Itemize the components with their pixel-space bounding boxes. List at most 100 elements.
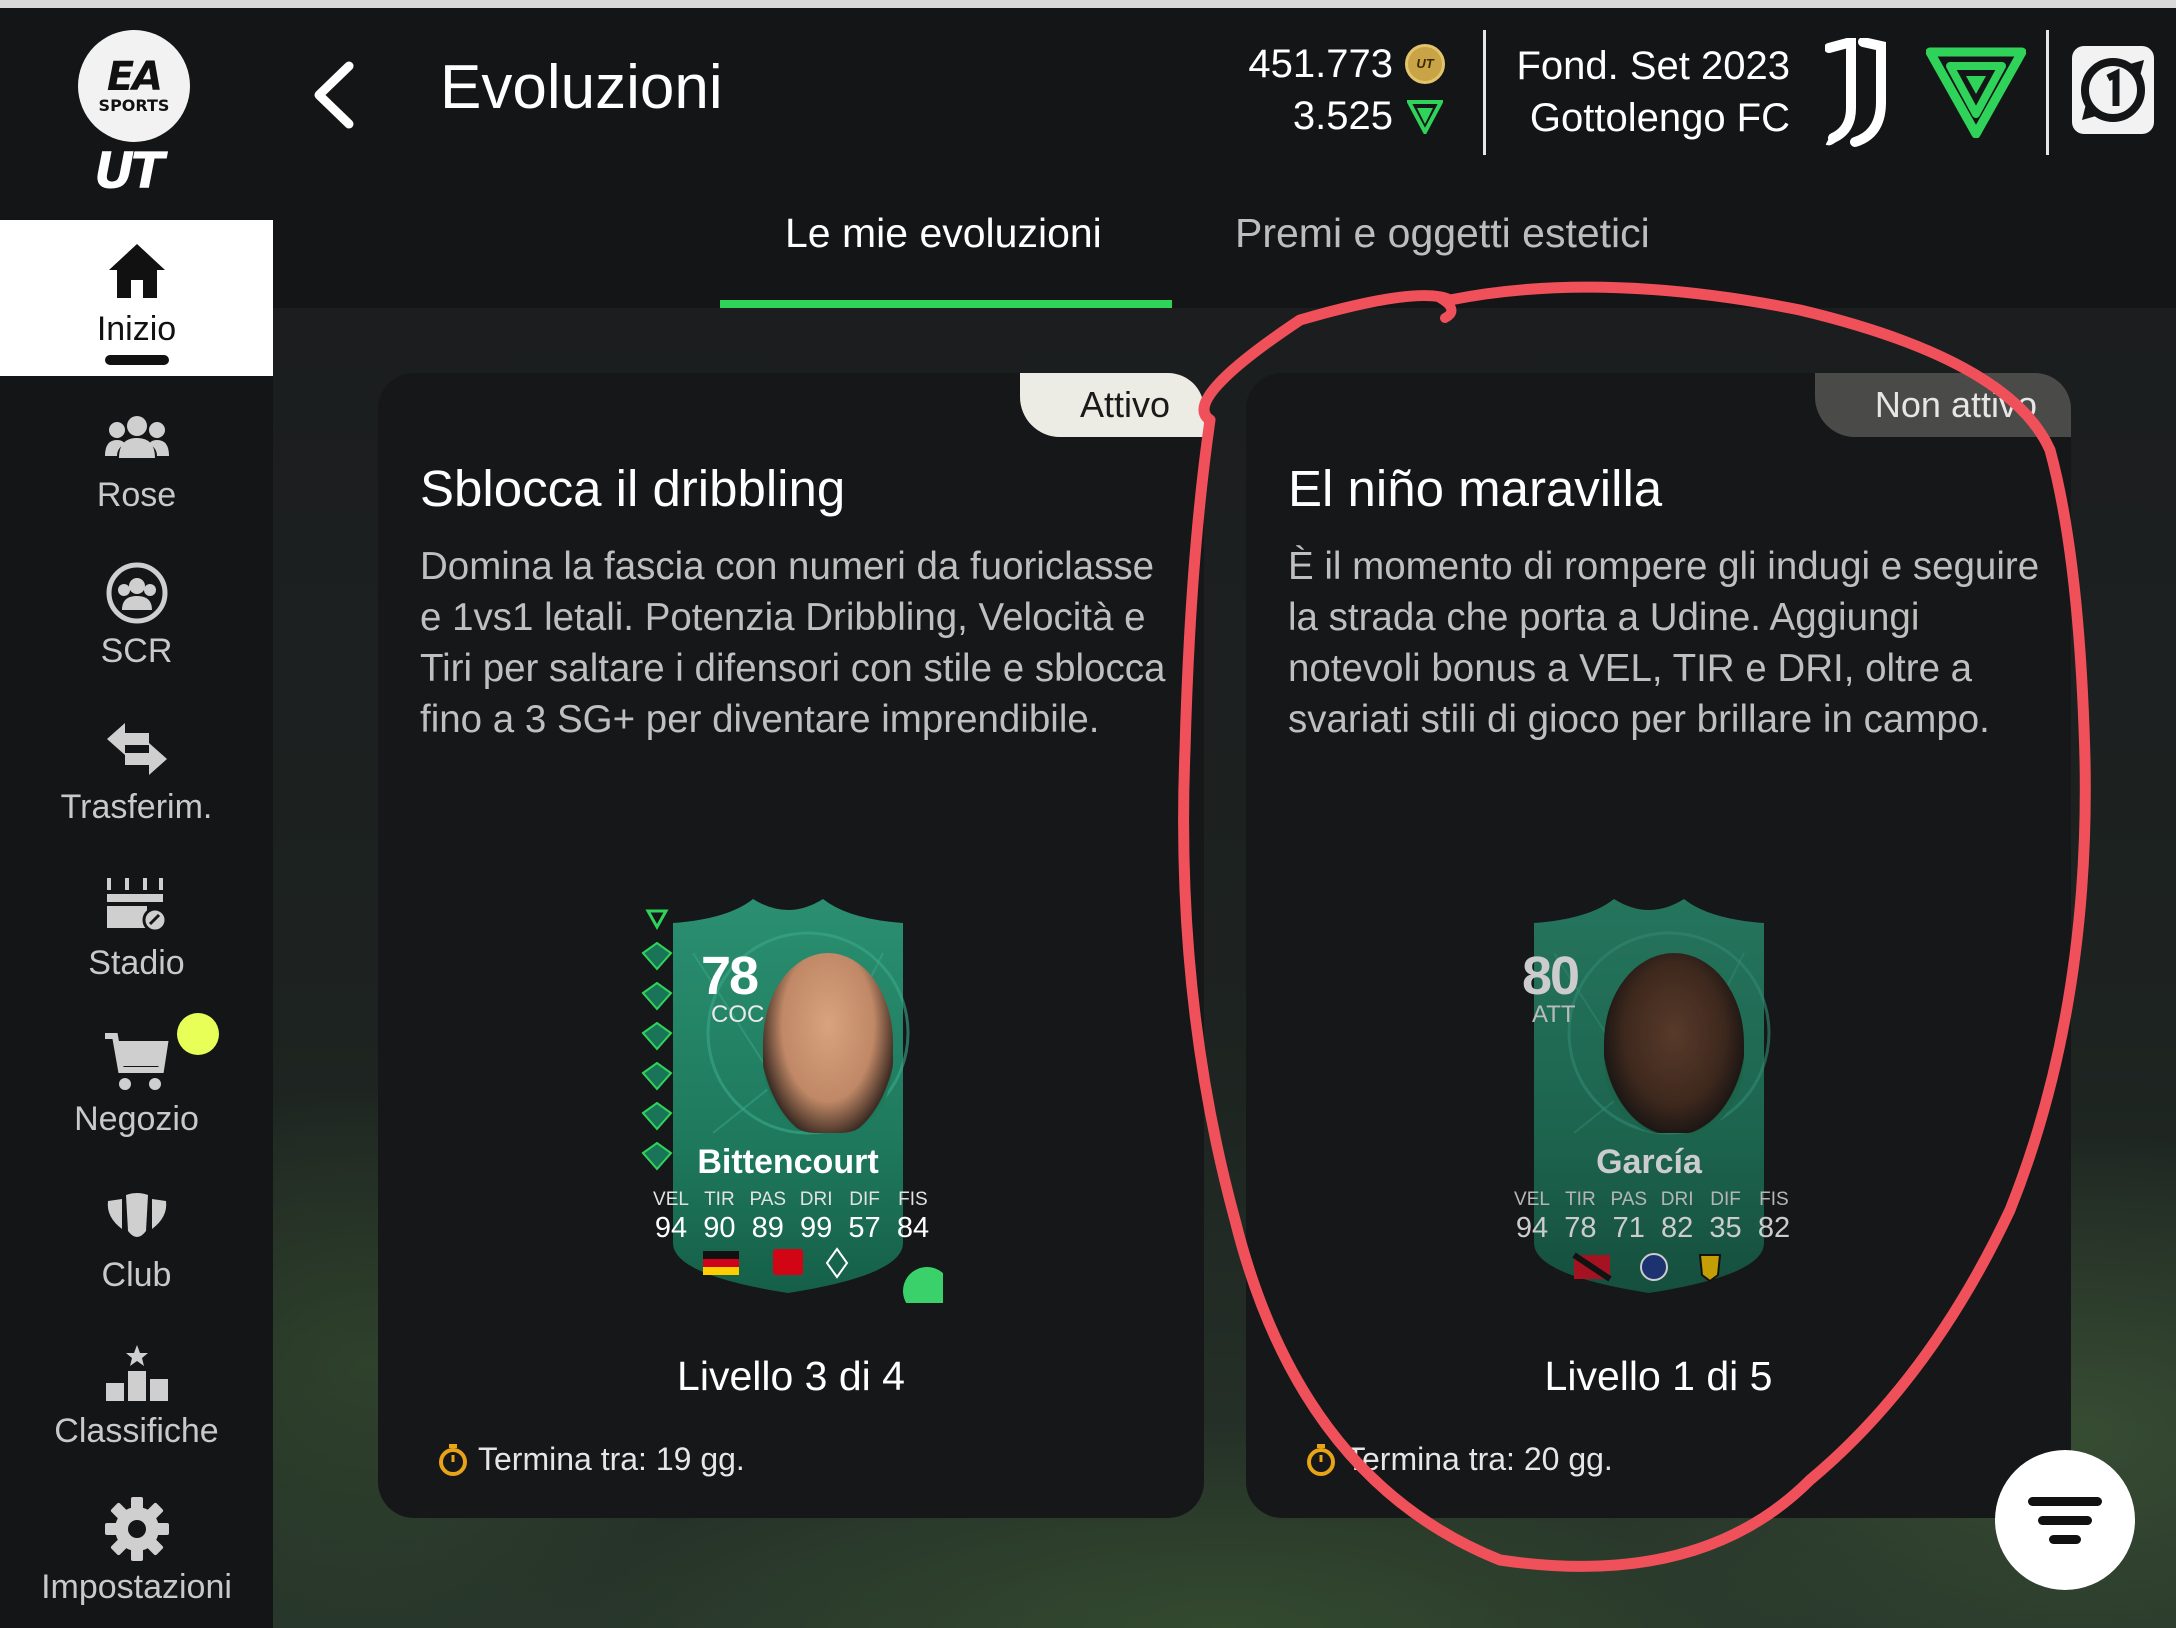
stat-value: 89 xyxy=(751,1212,784,1244)
sidebar-item-label: Trasferim. xyxy=(60,788,213,826)
ends-text: Termina tra: 20 gg. xyxy=(1346,1441,1613,1477)
stat-label: VEL xyxy=(653,1189,689,1210)
sidebar-item-rose[interactable]: Rose xyxy=(0,386,273,542)
stat-label: FIS xyxy=(1759,1189,1789,1210)
status-bar xyxy=(0,0,2176,8)
evolution-level: Livello 1 di 5 xyxy=(1544,1353,1773,1399)
sidebar-item-negozio[interactable]: Negozio xyxy=(0,1010,273,1166)
player-rating: 80 xyxy=(1522,946,1580,1006)
sidebar-item-label: Inizio xyxy=(96,310,177,348)
timer-icon xyxy=(1307,1443,1335,1476)
active-tab-indicator xyxy=(720,300,1172,308)
status-badge: Non attivo xyxy=(1814,373,2071,437)
filter-icon-line xyxy=(2038,1515,2092,1525)
club-icon xyxy=(102,1182,172,1252)
filter-button[interactable] xyxy=(1995,1450,2135,1590)
tab-bar: Le mie evoluzioni Premi e oggetti esteti… xyxy=(720,210,1720,310)
evolution-ends: Termina tra: 19 gg. xyxy=(438,1441,745,1478)
stat-dif: DIF 35 xyxy=(1702,1189,1750,1245)
player-card[interactable]: 80 ATT García VEL 94 TIR 78 PAS 71 DRI 82 DI… xyxy=(1504,893,1814,1303)
home-icon xyxy=(102,236,172,306)
evolution-ends: Termina tra: 20 gg. xyxy=(1306,1441,1613,1478)
active-indicator xyxy=(104,355,169,365)
ea-text: EA xyxy=(106,53,163,100)
sidebar-item-label: SCR xyxy=(100,632,173,670)
sports-text: SPORTS xyxy=(98,95,170,115)
ut-text: UT xyxy=(94,142,165,200)
stat-dri: DRI 82 xyxy=(1653,1189,1701,1245)
stat-vel: VEL 94 xyxy=(1508,1189,1556,1245)
player-position: COC xyxy=(711,1001,765,1028)
stat-tir: TIR 90 xyxy=(695,1189,743,1245)
club-name: Gottolengo FC xyxy=(1529,96,1790,140)
stat-value: 78 xyxy=(1564,1212,1597,1244)
evolution-level: Livello 3 di 4 xyxy=(677,1353,905,1399)
stat-label: PAS xyxy=(749,1189,787,1210)
stat-label: PAS xyxy=(1610,1189,1648,1210)
stat-label: VEL xyxy=(1514,1189,1550,1210)
sidebar-item-stadio[interactable]: Stadio xyxy=(0,854,273,1010)
notification-dot xyxy=(177,1013,219,1055)
stat-pas: PAS 71 xyxy=(1605,1189,1653,1245)
sidebar-item-trasferimenti[interactable]: Trasferim. xyxy=(0,698,273,854)
stat-fis: FIS 82 xyxy=(1750,1189,1798,1245)
ends-text: Termina tra: 19 gg. xyxy=(478,1441,745,1477)
transfer-icon xyxy=(102,714,172,784)
stat-value: 82 xyxy=(1757,1212,1791,1244)
stat-value: 99 xyxy=(800,1212,833,1244)
player-name: Bittencourt xyxy=(697,1143,879,1181)
season-progress-icon[interactable] xyxy=(2068,40,2158,140)
page-title: Evoluzioni xyxy=(440,53,723,122)
sidebar-item-classifiche[interactable]: Classifiche xyxy=(0,1322,273,1478)
evolution-description: È il momento di rompere gli indugi e seg… xyxy=(1288,545,2040,741)
coins-value: 451.773 xyxy=(1248,42,1393,86)
sidebar-item-club[interactable]: Club xyxy=(0,1166,273,1322)
stat-label: DIF xyxy=(1710,1189,1741,1210)
fc-points-icon xyxy=(1405,96,1445,136)
sidebar-item-inizio[interactable]: Inizio xyxy=(0,220,273,376)
stat-fis: FIS 84 xyxy=(889,1189,937,1245)
ea-sports-ut-logo: EA SPORTS UT xyxy=(78,30,193,200)
player-card[interactable]: 78 COC Bittencourt VEL 94 TIR 90 PAS 89 DRI… xyxy=(633,893,943,1303)
store-icon xyxy=(102,1026,172,1096)
filter-icon xyxy=(2028,1496,2102,1506)
sidebar-item-scr[interactable]: SCR xyxy=(0,542,273,698)
player-photo xyxy=(1604,953,1744,1133)
squad-battles-icon xyxy=(102,558,172,628)
sidebar-item-label: Club xyxy=(101,1256,172,1294)
sidebar-item-label: Negozio xyxy=(74,1100,199,1138)
evolution-card[interactable]: Attivo Sblocca il dribbling Domina la fa… xyxy=(378,373,1204,1518)
division-badge-icon[interactable] xyxy=(1925,46,2027,139)
sidebar-item-label: Classifiche xyxy=(54,1412,219,1450)
player-photo xyxy=(763,953,893,1133)
stat-label: DRI xyxy=(1660,1189,1694,1210)
tab-my-evolutions[interactable]: Le mie evoluzioni xyxy=(785,210,1102,257)
club-founded: Fond. Set 2023 xyxy=(1516,44,1790,88)
stat-value: 94 xyxy=(654,1212,688,1244)
stat-pas: PAS 89 xyxy=(744,1189,792,1245)
stat-value: 94 xyxy=(1515,1212,1549,1244)
stat-vel: VEL 94 xyxy=(647,1189,695,1245)
evolution-card[interactable]: Non attivo El niño maravilla È il moment… xyxy=(1246,373,2071,1518)
evolution-title: Sblocca il dribbling xyxy=(420,460,846,517)
chevron-left-icon xyxy=(314,61,354,129)
stat-dif: DIF 57 xyxy=(841,1189,889,1245)
header-divider xyxy=(1483,30,1486,155)
squad-icon xyxy=(102,402,172,472)
tab-rewards[interactable]: Premi e oggetti estetici xyxy=(1235,210,1650,257)
back-button[interactable] xyxy=(305,60,365,130)
player-stats: VEL 94 TIR 78 PAS 71 DRI 82 DIF 35 FIS 82 xyxy=(1508,1189,1798,1245)
club-info: Fond. Set 2023 Gottolengo FC xyxy=(1500,40,1790,144)
filter-icon-line xyxy=(2049,1534,2081,1544)
points-value: 3.525 xyxy=(1292,94,1393,138)
evolution-title: El niño maravilla xyxy=(1288,460,1663,517)
sidebar-item-label: Impostazioni xyxy=(41,1568,232,1606)
stat-label: TIR xyxy=(1565,1189,1596,1210)
stat-value: 82 xyxy=(1661,1212,1694,1244)
settings-icon xyxy=(102,1494,172,1564)
sidebar-item-label: Stadio xyxy=(88,944,185,982)
player-stats: VEL 94 TIR 90 PAS 89 DRI 99 DIF 57 FIS 84 xyxy=(647,1189,937,1245)
stat-label: DRI xyxy=(799,1189,833,1210)
stat-value: 35 xyxy=(1709,1212,1742,1244)
sidebar-item-impostazioni[interactable]: Impostazioni xyxy=(0,1478,273,1628)
